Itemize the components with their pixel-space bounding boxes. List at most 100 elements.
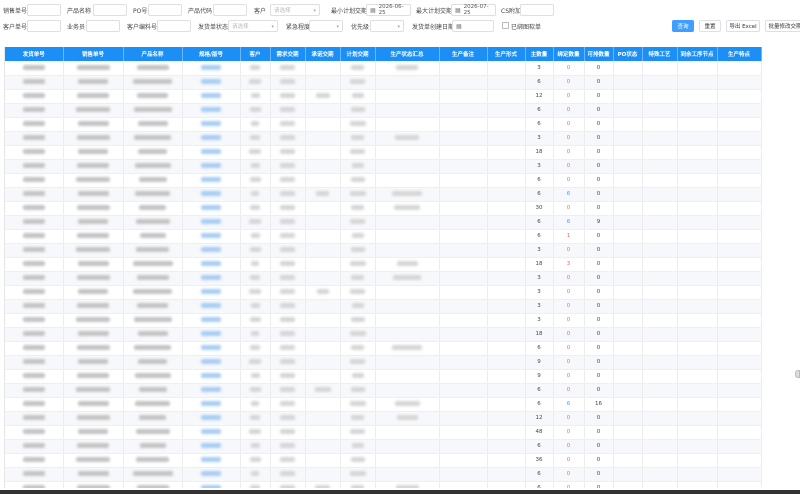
horizontal-scrollbar[interactable] <box>0 490 800 494</box>
table-cell <box>677 299 718 314</box>
reset-button[interactable]: 重置 <box>699 20 721 32</box>
table-row[interactable]: 600 <box>5 439 762 454</box>
batch-edit-date-button[interactable]: 批量修改交期 <box>765 20 800 32</box>
table-row[interactable]: 48 0 0 <box>5 425 762 440</box>
table-cell: 0 <box>584 103 614 118</box>
table-cell <box>340 103 376 118</box>
table-cell <box>63 173 124 188</box>
column-header[interactable]: 客户 <box>240 47 271 61</box>
customer-select[interactable]: 请选择 ▾ <box>270 4 320 16</box>
table-cell <box>123 89 183 104</box>
table-row[interactable]: 300 <box>5 159 762 174</box>
salesperson-input[interactable] <box>86 20 120 32</box>
table-row[interactable]: 6 6 16 <box>5 397 762 412</box>
table-row[interactable]: 300 <box>5 299 762 314</box>
table-cell <box>340 75 376 90</box>
redacted-value <box>393 275 421 280</box>
min-plan-date-value: 2026-06-25 <box>378 4 404 16</box>
table-row[interactable]: 600 <box>5 103 762 118</box>
product-code-input[interactable] <box>213 4 247 16</box>
customer-order-input[interactable] <box>27 20 61 32</box>
table-row[interactable]: 669 <box>5 215 762 230</box>
column-header[interactable]: 发货单号 <box>5 47 64 61</box>
product-name-input[interactable] <box>93 4 127 16</box>
table-row[interactable]: 600 <box>5 467 762 482</box>
table-row[interactable]: 600 <box>5 341 762 356</box>
table-row[interactable]: 18 0 0 <box>5 145 762 160</box>
table-cell <box>270 425 306 440</box>
table-cell <box>375 467 440 482</box>
redacted-value <box>133 79 172 84</box>
export-excel-button[interactable]: 导出 Excel <box>726 20 760 32</box>
table-row[interactable]: 610 <box>5 229 762 244</box>
column-header[interactable]: 需求交期 <box>270 47 306 61</box>
table-row[interactable]: 900 <box>5 369 762 384</box>
column-header[interactable]: 生产状态汇总 <box>375 47 440 61</box>
column-header[interactable]: 特殊工艺 <box>642 47 678 61</box>
side-scroll-handle[interactable] <box>795 370 800 378</box>
table-row[interactable]: 300 <box>5 313 762 328</box>
redacted-value <box>76 107 110 112</box>
cs-input[interactable] <box>520 4 554 16</box>
query-button[interactable]: 查询 <box>672 20 694 32</box>
ship-status-select[interactable]: 请选择 ▾ <box>228 20 278 32</box>
table-row[interactable]: 12 0 0 <box>5 411 762 426</box>
sales-order-input[interactable] <box>27 4 61 16</box>
table-row[interactable]: 660 <box>5 187 762 202</box>
table-cell <box>677 117 718 132</box>
redacted-value <box>350 219 365 224</box>
customer-part-input[interactable] <box>157 20 191 32</box>
table-row[interactable]: 300 <box>5 271 762 286</box>
table-row[interactable]: 30 0 0 <box>5 201 762 216</box>
table-row[interactable]: 18 0 0 <box>5 327 762 342</box>
column-header[interactable]: 生产特点 <box>717 47 762 61</box>
redacted-value <box>22 275 45 280</box>
min-plan-date-input[interactable]: ▦ 2026-06-25 <box>366 4 411 16</box>
table-cell: 0 <box>584 481 614 488</box>
table-cell <box>63 341 124 356</box>
table-row[interactable]: 600 <box>5 481 762 488</box>
column-header[interactable]: 主数量 <box>525 47 554 61</box>
priority-select[interactable]: ▾ <box>370 20 404 32</box>
column-header[interactable]: 产品名称 <box>123 47 183 61</box>
table-row[interactable]: 600 <box>5 117 762 132</box>
table-cell <box>270 299 306 314</box>
po-input[interactable] <box>148 4 182 16</box>
table-cell <box>305 313 341 328</box>
table-cell <box>5 243 64 258</box>
column-header[interactable]: 绑定数量 <box>553 47 585 61</box>
created-date-input[interactable]: ▦ <box>452 20 494 32</box>
column-header[interactable]: 可排数量 <box>584 47 614 61</box>
column-header[interactable]: 到余工序节点 <box>677 47 718 61</box>
table-row[interactable]: 600 <box>5 75 762 90</box>
table-row[interactable]: 300 <box>5 61 762 76</box>
scrollbar-thumb[interactable] <box>0 490 800 494</box>
table-row[interactable]: 600 <box>5 173 762 188</box>
table-cell <box>439 313 488 328</box>
bound-checkbox[interactable] <box>502 22 509 29</box>
table-row[interactable]: 600 <box>5 383 762 398</box>
max-plan-date-input[interactable]: ▦ 2026-07-25 <box>451 4 496 16</box>
table-cell <box>487 173 526 188</box>
urgency-select[interactable]: ▾ <box>309 20 343 32</box>
column-header[interactable]: 销售单号 <box>63 47 124 61</box>
column-header[interactable]: 承诺交期 <box>305 47 341 61</box>
table-row[interactable]: 300 <box>5 243 762 258</box>
column-header[interactable]: PO状态 <box>613 47 643 61</box>
table-row[interactable]: 300 <box>5 131 762 146</box>
column-header[interactable]: 计划交期 <box>340 47 376 61</box>
table-row[interactable]: 18 3 0 <box>5 257 762 272</box>
filter-label: 最小计划交期 <box>331 7 368 15</box>
column-header[interactable]: 生产备注 <box>439 47 488 61</box>
column-header[interactable]: 生产形式 <box>487 47 526 61</box>
table-row[interactable]: 36 0 0 <box>5 453 762 468</box>
table-cell <box>182 61 241 76</box>
table-cell <box>642 215 678 230</box>
table-row[interactable]: 300 <box>5 285 762 300</box>
redacted-value <box>315 485 330 488</box>
column-header[interactable]: 规格/版号 <box>182 47 241 61</box>
table-row[interactable]: 12 0 0 <box>5 89 762 104</box>
table-cell <box>487 383 526 398</box>
table-cell <box>487 89 526 104</box>
table-row[interactable]: 900 <box>5 355 762 370</box>
